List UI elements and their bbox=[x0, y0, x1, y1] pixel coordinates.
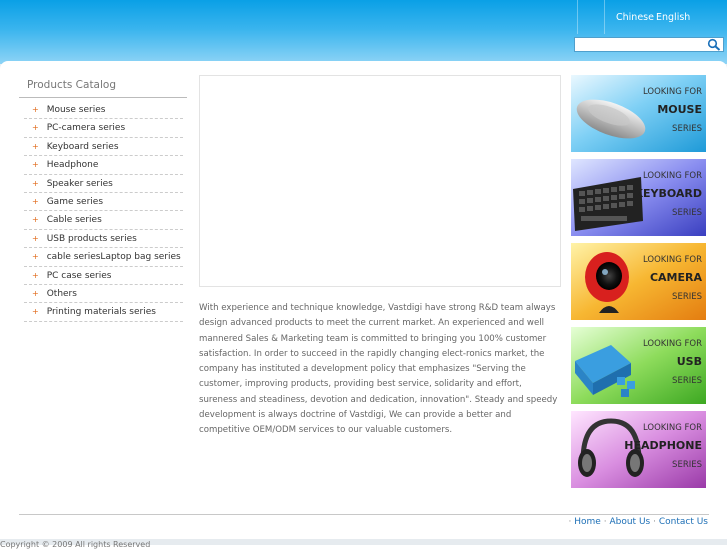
promo-camera-series[interactable]: LOOKING FOR CAMERA SERIES bbox=[571, 243, 706, 320]
footer-links: · Home · About Us · Contact Us bbox=[569, 517, 708, 527]
promo-looking-label: LOOKING FOR bbox=[642, 255, 702, 265]
promo-product-name: CAMERA bbox=[649, 271, 702, 284]
catalog-item-label: Game series bbox=[46, 196, 104, 207]
catalog-item-cable-series[interactable]: + Cable series bbox=[24, 211, 183, 230]
catalog-item-speaker-series[interactable]: + Speaker series bbox=[24, 175, 183, 193]
promo-product-name: MOUSE bbox=[657, 103, 702, 116]
footer-divider bbox=[19, 514, 709, 515]
plus-icon: + bbox=[32, 233, 39, 243]
plus-icon: + bbox=[32, 105, 39, 114]
promo-looking-label: LOOKING FOR bbox=[642, 423, 702, 433]
catalog-item-label: PC case series bbox=[46, 270, 112, 281]
footer-separator: · bbox=[653, 517, 656, 527]
plus-icon: + bbox=[32, 178, 39, 188]
catalog-item-label: Mouse series bbox=[46, 105, 106, 115]
search-input[interactable] bbox=[578, 39, 710, 53]
divider bbox=[577, 0, 578, 34]
footer-separator: · bbox=[603, 517, 607, 527]
promo-usb-series[interactable]: LOOKING FOR USB SERIES bbox=[571, 327, 706, 404]
plus-icon: + bbox=[32, 123, 39, 133]
promo-keyboard-series[interactable]: LOOKING FOR KEYBOARD SERIES bbox=[571, 159, 706, 236]
catalog-title: Products Catalog bbox=[27, 79, 116, 91]
promo-headphone-series[interactable]: LOOKING FOR HEADPHONE SERIES bbox=[571, 411, 706, 488]
promo-series-label: SERIES bbox=[672, 292, 702, 302]
catalog-item-usb-products-series[interactable]: + USB products series bbox=[24, 230, 183, 249]
promo-product-name: KEYBOARD bbox=[634, 187, 702, 200]
plus-icon: + bbox=[32, 288, 39, 298]
catalog-item-label: Cable series bbox=[46, 215, 102, 226]
search-box bbox=[574, 37, 724, 53]
promo-looking-label: LOOKING FOR bbox=[642, 87, 702, 97]
plus-icon: + bbox=[32, 196, 39, 206]
promo-product-name: HEADPHONE bbox=[624, 439, 702, 452]
search-icon[interactable] bbox=[707, 38, 721, 51]
catalog-item-label: Keyboard series bbox=[46, 141, 119, 152]
copyright-text: Copyright © 2009 All rights Reserved bbox=[0, 540, 151, 549]
catalog-item-keyboard-series[interactable]: + Keyboard series bbox=[24, 138, 183, 157]
promo-series-label: SERIES bbox=[672, 460, 702, 470]
footer-link-home[interactable]: Home bbox=[574, 517, 601, 527]
language-english-link[interactable]: English bbox=[656, 12, 690, 23]
divider bbox=[19, 97, 187, 98]
catalog-item-label: Printing materials series bbox=[46, 307, 156, 318]
plus-icon: + bbox=[32, 160, 39, 170]
plus-icon: + bbox=[32, 252, 39, 262]
promo-series-label: SERIES bbox=[672, 376, 702, 386]
footer-link-contact-us[interactable]: Contact Us bbox=[659, 517, 708, 527]
divider bbox=[604, 0, 605, 34]
promo-series-label: SERIES bbox=[672, 208, 702, 218]
banner-frame bbox=[199, 75, 561, 287]
catalog-item-label: Others bbox=[46, 288, 77, 299]
header-bar: Chinese English bbox=[0, 0, 727, 64]
catalog-item-label: Speaker series bbox=[46, 178, 113, 189]
catalog-item-mouse-series[interactable]: + Mouse series bbox=[24, 101, 183, 120]
catalog-item-label: cable seriesLaptop bag series bbox=[46, 252, 181, 263]
promo-looking-label: LOOKING FOR bbox=[642, 339, 702, 349]
plus-icon: + bbox=[32, 270, 39, 280]
catalog-item-printing-materials-series[interactable]: + Printing materials series bbox=[24, 303, 183, 322]
catalog-list: + Mouse series + PC-camera series + Keyboar… bbox=[24, 101, 183, 322]
language-chinese-link[interactable]: Chinese bbox=[616, 12, 654, 23]
catalog-item-game-series[interactable]: + Game series bbox=[24, 193, 183, 212]
plus-icon: + bbox=[32, 215, 39, 225]
catalog-item-others[interactable]: + Others bbox=[24, 285, 183, 304]
plus-icon: + bbox=[32, 307, 39, 317]
promo-looking-label: LOOKING FOR bbox=[642, 171, 702, 181]
catalog-item-label: PC-camera series bbox=[46, 123, 126, 134]
catalog-item-label: USB products series bbox=[46, 233, 137, 244]
about-paragraph: With experience and technique knowledge,… bbox=[199, 303, 558, 436]
plus-icon: + bbox=[32, 141, 39, 151]
catalog-item-pc-camera-series[interactable]: + PC-camera series bbox=[24, 119, 183, 138]
footer-link-about-us[interactable]: About Us bbox=[609, 517, 650, 527]
footer-separator: · bbox=[568, 517, 572, 527]
promo-product-name: USB bbox=[676, 355, 702, 368]
promo-mouse-series[interactable]: LOOKING FOR MOUSE SERIES bbox=[571, 75, 706, 152]
catalog-item-label: Headphone bbox=[46, 160, 99, 171]
catalog-item-headphone[interactable]: + Headphone bbox=[24, 156, 183, 175]
catalog-item-laptop-bag-series[interactable]: + cable seriesLaptop bag series bbox=[24, 248, 183, 267]
promo-series-label: SERIES bbox=[672, 124, 702, 134]
catalog-item-pc-case-series[interactable]: + PC case series bbox=[24, 267, 183, 285]
